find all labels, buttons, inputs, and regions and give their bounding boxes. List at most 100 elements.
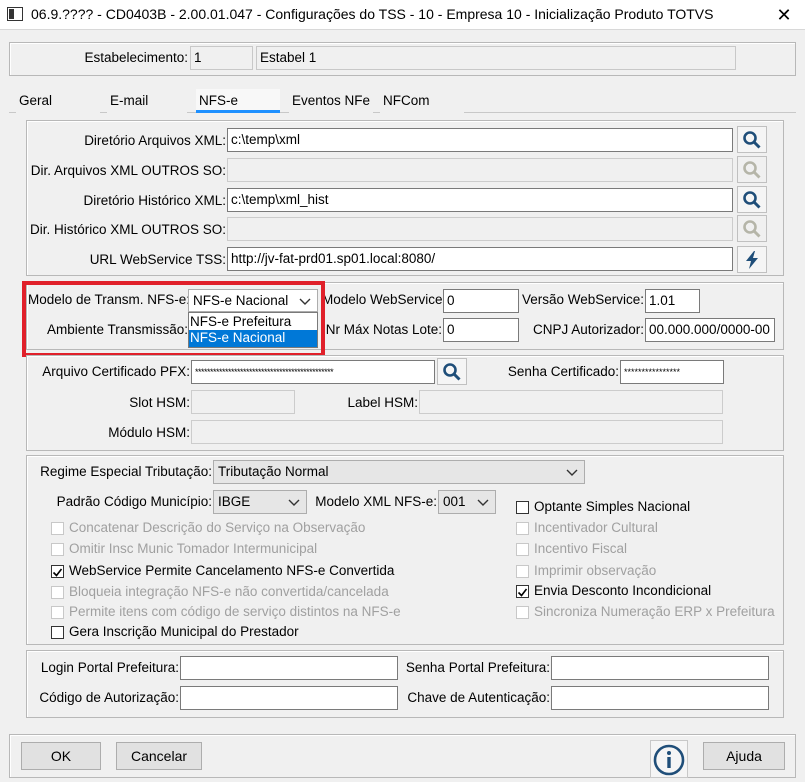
senha-portal-label: Senha Portal Prefeitura: [405, 660, 550, 675]
dir-xml-input[interactable]: c:\temp\xml [227, 128, 733, 152]
checkbox-incentivador-label: Incentivador Cultural [534, 520, 658, 535]
checkbox-sincroniza-label: Sincroniza Numeração ERP x Prefeitura [534, 604, 775, 619]
browse-hist-other-button [737, 215, 767, 242]
modelo-ws-input[interactable]: 0 [443, 289, 519, 313]
estabelecimento-name: Estabel 1 [256, 46, 736, 70]
checkbox-desconto-label: Envia Desconto Incondicional [534, 583, 712, 598]
checkbox-permite-itens-label: Permite itens com código de serviço dist… [69, 604, 401, 619]
slot-hsm-input [191, 390, 295, 414]
checkbox-bloqueia [51, 586, 64, 599]
info-icon [653, 744, 685, 776]
search-icon [743, 130, 761, 149]
modelo-xml-select[interactable]: 001 [438, 490, 496, 514]
pfx-input[interactable]: ****************************************… [191, 360, 435, 384]
url-label: URL WebService TSS: [89, 252, 226, 267]
info-button[interactable] [650, 740, 688, 778]
label-hsm-input [419, 390, 723, 414]
modelo-ws-label: Modelo WebService: [322, 292, 447, 307]
codigo-autorizacao-input[interactable] [180, 686, 398, 710]
estabelecimento-code: 1 [190, 46, 253, 70]
checkbox-ws-cancelamento[interactable] [51, 565, 64, 578]
modulo-hsm-input [191, 420, 723, 444]
browse-xml-button[interactable] [737, 126, 767, 153]
close-button[interactable]: ✕ [763, 0, 805, 30]
checkbox-concatenar-label: Concatenar Descrição do Serviço na Obser… [69, 520, 366, 535]
modulo-hsm-label: Módulo HSM: [108, 425, 190, 440]
url-input[interactable]: http://jv-fat-prd01.sp01.local:8080/ [227, 247, 733, 271]
browse-pfx-button[interactable] [437, 358, 467, 385]
tab-email[interactable]: E-mail [107, 89, 187, 113]
label-hsm-label: Label HSM: [347, 395, 418, 410]
checkbox-desconto[interactable] [516, 585, 529, 598]
dir-hist-other-input [227, 217, 733, 241]
active-tab-indicator [196, 110, 280, 113]
padrao-codigo-value: IBGE [218, 494, 251, 509]
senha-cert-label: Senha Certificado: [507, 364, 619, 379]
cancel-button[interactable]: Cancelar [116, 742, 202, 770]
slot-hsm-label: Slot HSM: [129, 395, 190, 410]
nr-max-label: Nr Máx Notas Lote: [325, 322, 442, 337]
lightning-icon [746, 250, 758, 269]
search-icon [743, 160, 761, 179]
login-portal-input[interactable] [180, 656, 398, 680]
checkmark-icon [52, 568, 63, 577]
checkbox-omitir [51, 543, 64, 556]
checkbox-gera-inscricao[interactable] [51, 626, 64, 639]
window-title: 06.9.???? - CD0403B - 2.00.01.047 - Conf… [31, 6, 714, 22]
checkbox-concatenar [51, 522, 64, 535]
estabelecimento-label: Estabelecimento: [84, 50, 188, 65]
chevron-down-icon [477, 499, 489, 506]
checkbox-gera-inscricao-label: Gera Inscrição Municipal do Prestador [69, 624, 299, 639]
senha-cert-input[interactable]: **************** [620, 360, 724, 384]
pfx-label: Arquivo Certificado PFX: [42, 364, 190, 379]
search-icon [743, 219, 761, 238]
checkbox-omitir-label: Omitir Insc Munic Tomador Intermunicipal [69, 541, 318, 556]
checkbox-imprimir-obs [516, 565, 529, 578]
checkbox-optante-simples-label: Optante Simples Nacional [534, 499, 691, 514]
app-icon [7, 7, 23, 21]
chevron-down-icon [566, 469, 578, 476]
checkbox-permite-itens [51, 606, 64, 619]
checkbox-bloqueia-label: Bloqueia integração NFS-e não convertida… [69, 584, 389, 599]
versao-ws-label: Versão WebService: [521, 292, 644, 307]
checkbox-ws-cancelamento-label: WebService Permite Cancelamento NFS-e Co… [69, 563, 395, 578]
dir-xml-label: Diretório Arquivos XML: [84, 133, 226, 148]
dir-hist-label: Diretório Histórico XML: [83, 193, 226, 208]
regime-select[interactable]: Tributação Normal [213, 460, 585, 484]
nr-max-input[interactable]: 0 [443, 318, 519, 342]
dir-hist-input[interactable]: c:\temp\xml_hist [227, 188, 733, 212]
ok-button[interactable]: OK [21, 742, 101, 770]
checkbox-imprimir-obs-label: Imprimir observação [534, 563, 657, 578]
dir-xml-other-input [227, 158, 733, 182]
checkbox-incentivador [516, 522, 529, 535]
cnpj-label: CNPJ Autorizador: [532, 322, 644, 337]
chevron-down-icon [288, 499, 300, 506]
codigo-autorizacao-label: Código de Autorização: [39, 690, 179, 705]
senha-portal-input[interactable] [551, 656, 769, 680]
versao-ws-input[interactable]: 1.01 [645, 289, 700, 313]
tab-eventos-nfe[interactable]: Eventos NFe [289, 89, 373, 113]
help-button[interactable]: Ajuda [703, 742, 785, 770]
checkbox-incentivo-fiscal [516, 543, 529, 556]
dir-xml-other-label: Dir. Arquivos XML OUTROS SO: [30, 163, 226, 178]
search-icon [743, 190, 761, 209]
chave-autenticacao-label: Chave de Autenticação: [407, 690, 550, 705]
padrao-codigo-select[interactable]: IBGE [213, 490, 307, 514]
highlight-annotation [22, 281, 325, 357]
browse-hist-button[interactable] [737, 186, 767, 213]
tab-geral[interactable]: Geral [16, 89, 100, 113]
checkbox-incentivo-fiscal-label: Incentivo Fiscal [534, 541, 628, 556]
test-connection-button[interactable] [737, 246, 767, 273]
dir-hist-other-label: Dir. Histórico XML OUTROS SO: [29, 222, 226, 237]
cnpj-input[interactable]: 00.000.000/0000-00 [645, 318, 775, 342]
modelo-xml-value: 001 [443, 494, 466, 509]
padrao-codigo-label: Padrão Código Município: [56, 494, 212, 509]
tab-nfcom[interactable]: NFCom [380, 89, 464, 113]
browse-xml-other-button [737, 156, 767, 183]
search-icon [443, 362, 461, 381]
modelo-xml-label: Modelo XML NFS-e: [315, 494, 437, 509]
regime-label: Regime Especial Tributação: [40, 464, 212, 479]
chave-autenticacao-input[interactable] [551, 686, 769, 710]
checkbox-sincroniza [516, 606, 529, 619]
checkbox-optante-simples[interactable] [516, 501, 529, 514]
